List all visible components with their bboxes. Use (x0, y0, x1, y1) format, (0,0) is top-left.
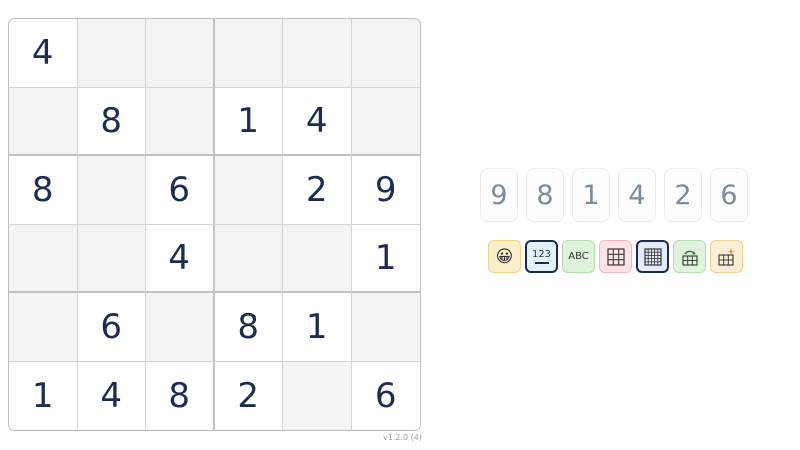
numbers-mode-button[interactable]: 123 (525, 240, 558, 273)
board-cell[interactable]: 8 (77, 87, 146, 156)
number-pad: 981426 (480, 168, 748, 222)
numbers-mode-label: 123 (531, 249, 552, 260)
number-button[interactable]: 2 (664, 168, 702, 222)
board-cell[interactable] (214, 156, 283, 225)
board-cell[interactable]: 4 (283, 87, 352, 156)
board-cell[interactable]: 1 (351, 224, 420, 293)
sudoku-board: 481486294168114826 (8, 18, 421, 431)
board-cell[interactable]: 4 (77, 361, 146, 430)
board-cell[interactable] (351, 87, 420, 156)
tool-bar: 😀 123 ABC (488, 240, 743, 273)
board-cell[interactable] (214, 19, 283, 88)
board-cell[interactable] (77, 156, 146, 225)
grid-sparkle-icon (717, 247, 735, 266)
board-cell[interactable] (283, 19, 352, 88)
board-cell[interactable] (214, 224, 283, 293)
dense-grid-icon (643, 247, 662, 266)
board-cell[interactable] (351, 293, 420, 362)
board-cell[interactable]: 1 (9, 361, 78, 430)
board-cell[interactable] (9, 87, 78, 156)
board-cell[interactable] (146, 293, 215, 362)
board-cell[interactable]: 6 (146, 156, 215, 225)
board-cell[interactable]: 8 (9, 156, 78, 225)
board-cell[interactable]: 6 (77, 293, 146, 362)
board-cell[interactable] (283, 224, 352, 293)
board-cell[interactable]: 4 (9, 19, 78, 88)
board-cell[interactable]: 4 (146, 224, 215, 293)
number-button[interactable]: 1 (572, 168, 610, 222)
grid-small-button[interactable] (599, 240, 632, 273)
grid-icon (606, 247, 625, 266)
board-cell[interactable]: 6 (351, 361, 420, 430)
board-cell[interactable]: 1 (283, 293, 352, 362)
board-cell[interactable] (77, 19, 146, 88)
version-label: v1.2.0 (4) (383, 433, 422, 442)
board-cell[interactable] (9, 224, 78, 293)
emoji-mode-button[interactable]: 😀 (488, 240, 521, 273)
letters-mode-button[interactable]: ABC (562, 240, 595, 273)
board-cell[interactable] (146, 19, 215, 88)
number-button[interactable]: 9 (480, 168, 518, 222)
letters-mode-label: ABC (568, 251, 589, 262)
number-button[interactable]: 4 (618, 168, 656, 222)
board-cell[interactable] (146, 87, 215, 156)
grid-refresh-icon (681, 250, 698, 266)
underline-icon (534, 262, 549, 264)
grid-new-button[interactable] (710, 240, 743, 273)
board-cell[interactable]: 9 (351, 156, 420, 225)
board-cell[interactable] (351, 19, 420, 88)
board-cell[interactable] (77, 224, 146, 293)
number-button[interactable]: 8 (526, 168, 564, 222)
grid-large-button[interactable] (636, 240, 669, 273)
board-cell[interactable]: 1 (214, 87, 283, 156)
smiley-icon: 😀 (495, 246, 514, 267)
board-cell[interactable]: 2 (283, 156, 352, 225)
board-cell[interactable]: 2 (214, 361, 283, 430)
number-button[interactable]: 6 (710, 168, 748, 222)
board-cell[interactable]: 8 (146, 361, 215, 430)
board-cell[interactable] (9, 293, 78, 362)
grid-refresh-button[interactable] (673, 240, 706, 273)
board-cell[interactable] (283, 361, 352, 430)
board-cell[interactable]: 8 (214, 293, 283, 362)
